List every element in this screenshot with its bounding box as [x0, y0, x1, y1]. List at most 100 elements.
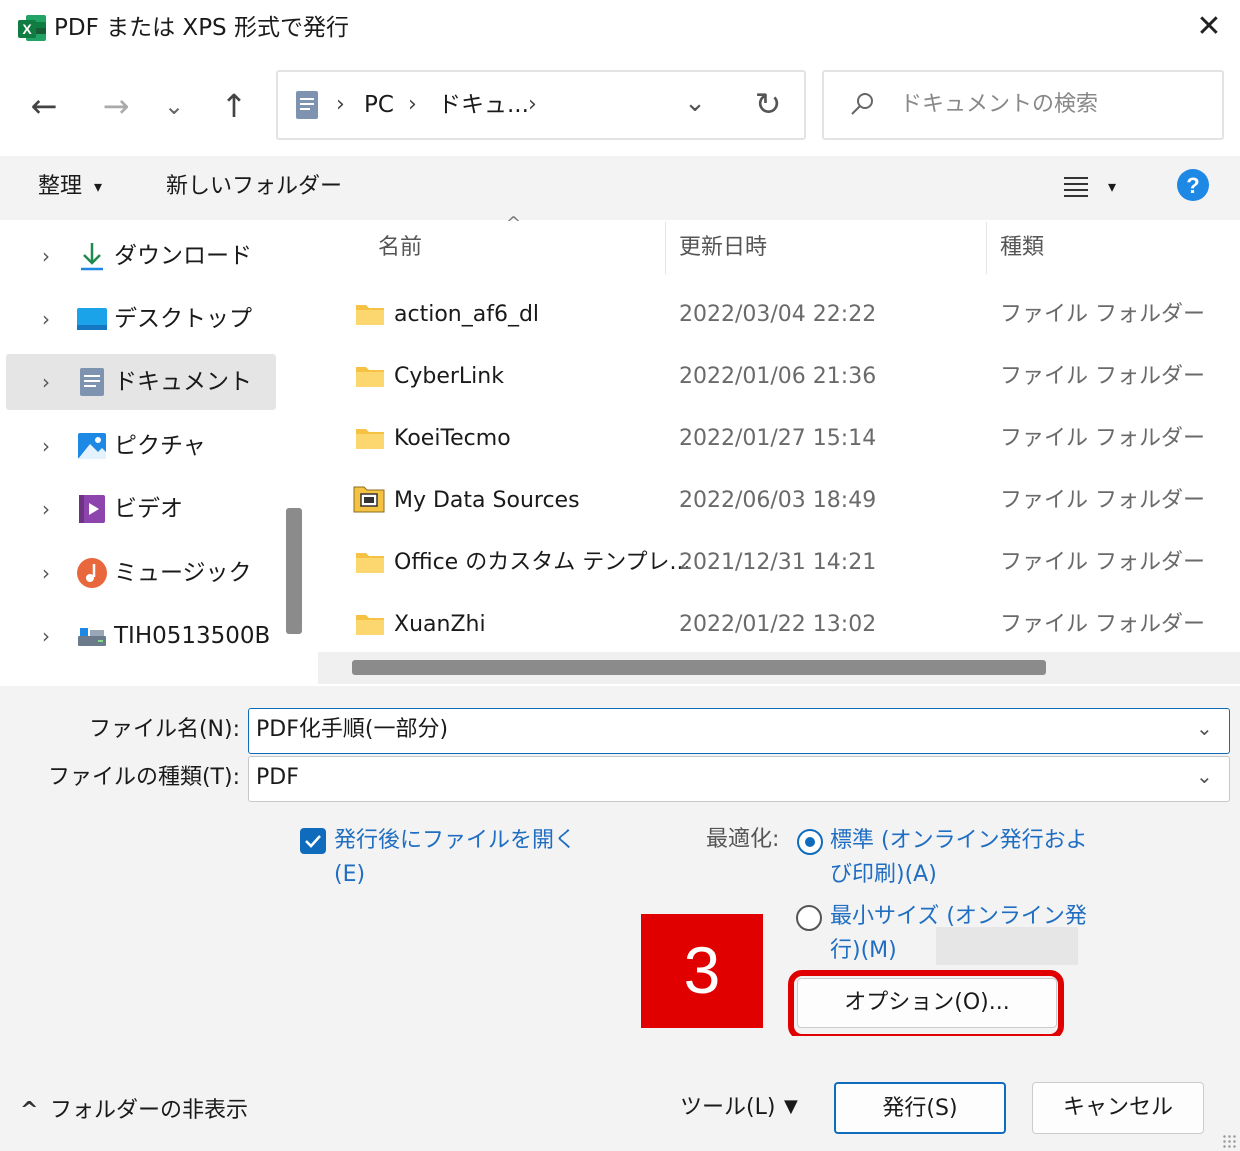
sidebar-item-drive[interactable]: › TIH0513500B (C [0, 608, 280, 664]
expand-chevron-icon[interactable]: › [36, 621, 56, 651]
help-icon[interactable]: ? [1176, 168, 1210, 202]
address-dropdown-icon[interactable]: ⌄ [680, 88, 710, 118]
cancel-button[interactable]: キャンセル [1032, 1082, 1204, 1134]
breadcrumb-separator: › [408, 92, 417, 117]
sidebar-item-label: TIH0513500B (C [114, 623, 278, 649]
file-modified: 2022/01/27 15:14 [679, 426, 877, 451]
hide-folders-button[interactable]: フォルダーの非表示 [50, 1094, 248, 1128]
column-divider[interactable] [665, 222, 666, 274]
sidebar-item-music[interactable]: › ミュージック [0, 545, 280, 601]
optimize-standard-label[interactable]: 標準 (オンライン発行およ [830, 824, 1088, 858]
column-header-name[interactable]: 名前 [378, 230, 422, 266]
sidebar-item-pictures[interactable]: › ピクチャ [0, 418, 280, 474]
sidebar-item-downloads[interactable]: › ダウンロード [0, 228, 280, 284]
file-name[interactable]: KoeiTecmo [394, 422, 511, 456]
address-bar[interactable] [276, 70, 806, 140]
music-icon [77, 558, 107, 588]
file-modified: 2021/12/31 14:21 [679, 550, 877, 575]
optimize-minimum-label-cont[interactable]: 行)(M) [830, 934, 897, 968]
new-folder-button[interactable]: 新しいフォルダー [166, 170, 342, 204]
sort-ascending-icon: ^ [506, 213, 522, 234]
file-modified: 2022/03/04 22:22 [679, 302, 877, 327]
sidebar-item-label: デスクトップ [114, 306, 252, 332]
filetype-select[interactable] [248, 756, 1230, 802]
folder-icon [356, 305, 384, 325]
expand-chevron-icon[interactable]: › [36, 367, 56, 397]
publish-button[interactable]: 発行(S) [834, 1082, 1006, 1134]
file-name[interactable]: CyberLink [394, 360, 504, 394]
expand-chevron-icon[interactable]: › [36, 304, 56, 334]
sidebar-item-label: ミュージック [114, 560, 252, 586]
file-type: ファイル フォルダー [1000, 550, 1205, 575]
desktop-icon [77, 308, 107, 330]
open-after-publish-shortcut[interactable]: (E) [334, 858, 365, 892]
excel-icon: X [18, 15, 46, 41]
expand-chevron-icon[interactable]: › [36, 241, 56, 271]
breadcrumb-documents[interactable]: ドキュ... [438, 88, 529, 122]
sidebar-item-desktop[interactable]: › デスクトップ [0, 291, 280, 347]
up-button[interactable]: ↑ [212, 84, 256, 128]
file-name[interactable]: Office のカスタム テンプレ... [394, 546, 691, 580]
file-type: ファイル フォルダー [1000, 488, 1205, 513]
expand-chevron-icon[interactable]: › [36, 494, 56, 524]
column-header-modified[interactable]: 更新日時 [679, 230, 767, 266]
column-header-type[interactable]: 種類 [1000, 230, 1044, 266]
filename-label: ファイル名(N): [88, 717, 240, 742]
file-modified: 2022/06/03 18:49 [679, 488, 877, 513]
expand-chevron-icon[interactable]: › [36, 558, 56, 588]
view-options-icon[interactable] [1062, 172, 1090, 200]
file-name[interactable]: action_af6_dl [394, 298, 539, 332]
open-after-publish-label[interactable]: 発行後にファイルを開く [334, 824, 576, 858]
back-button[interactable]: ← [22, 84, 66, 128]
optimize-standard-radio[interactable] [797, 829, 823, 855]
tools-dropdown-icon[interactable]: ▼ [784, 1092, 798, 1122]
sidebar-scrollbar[interactable] [286, 508, 302, 634]
optimize-standard-label-cont[interactable]: び印刷)(A) [830, 858, 937, 892]
step-number: 3 [683, 933, 721, 1007]
documents-icon [296, 91, 318, 119]
view-dropdown-icon[interactable]: ▾ [1108, 170, 1116, 204]
sidebar-item-documents[interactable]: › ドキュメント [0, 354, 280, 410]
close-icon[interactable]: ✕ [1192, 10, 1226, 44]
chevron-down-icon[interactable]: ⌄ [1196, 754, 1213, 798]
folder-icon [356, 429, 384, 449]
recent-locations-button[interactable]: ⌄ [152, 84, 196, 128]
breadcrumb-pc[interactable]: PC [364, 88, 394, 122]
file-type: ファイル フォルダー [1000, 612, 1205, 637]
file-type: ファイル フォルダー [1000, 364, 1205, 389]
file-modified: 2022/01/22 13:02 [679, 612, 877, 637]
organize-button[interactable]: 整理 [38, 170, 82, 204]
filetype-value[interactable]: PDF [256, 756, 299, 800]
sidebar-item-videos[interactable]: › ビデオ [0, 481, 280, 537]
chevron-down-icon[interactable]: ⌄ [1196, 706, 1213, 750]
radio-selected-dot [805, 837, 815, 847]
checkmark-icon [305, 835, 321, 848]
folder-icon [356, 553, 384, 573]
refresh-icon[interactable]: ↻ [750, 84, 786, 124]
download-icon [81, 243, 103, 271]
search-placeholder[interactable]: ドキュメントの検索 [900, 88, 1098, 122]
tools-button[interactable]: ツール(L) [680, 1090, 775, 1126]
column-divider[interactable] [986, 222, 987, 274]
file-name[interactable]: My Data Sources [394, 484, 580, 518]
sidebar-item-label: ドキュメント [114, 369, 252, 395]
filetype-label: ファイルの種類(T): [47, 765, 240, 790]
optimize-minimum-radio[interactable] [796, 905, 822, 931]
svg-text:?: ? [1186, 173, 1199, 198]
sidebar-item-label: ビデオ [114, 496, 183, 522]
data-sources-folder-icon [353, 486, 385, 513]
organize-dropdown-icon[interactable]: ▾ [94, 170, 102, 204]
file-name[interactable]: XuanZhi [394, 608, 486, 642]
open-after-publish-checkbox[interactable] [300, 828, 326, 854]
chevron-up-icon[interactable]: ^ [20, 1098, 38, 1124]
svg-text:X: X [22, 21, 32, 37]
horizontal-scrollbar[interactable] [352, 660, 1046, 675]
breadcrumb-separator: › [336, 92, 345, 117]
forward-button[interactable]: → [94, 84, 138, 128]
file-type: ファイル フォルダー [1000, 426, 1205, 451]
expand-chevron-icon[interactable]: › [36, 431, 56, 461]
documents-icon [80, 368, 104, 396]
sidebar-item-label: ピクチャ [114, 433, 206, 459]
filename-value[interactable]: PDF化手順(一部分) [256, 708, 448, 752]
resize-grip-icon[interactable] [1222, 1134, 1236, 1148]
